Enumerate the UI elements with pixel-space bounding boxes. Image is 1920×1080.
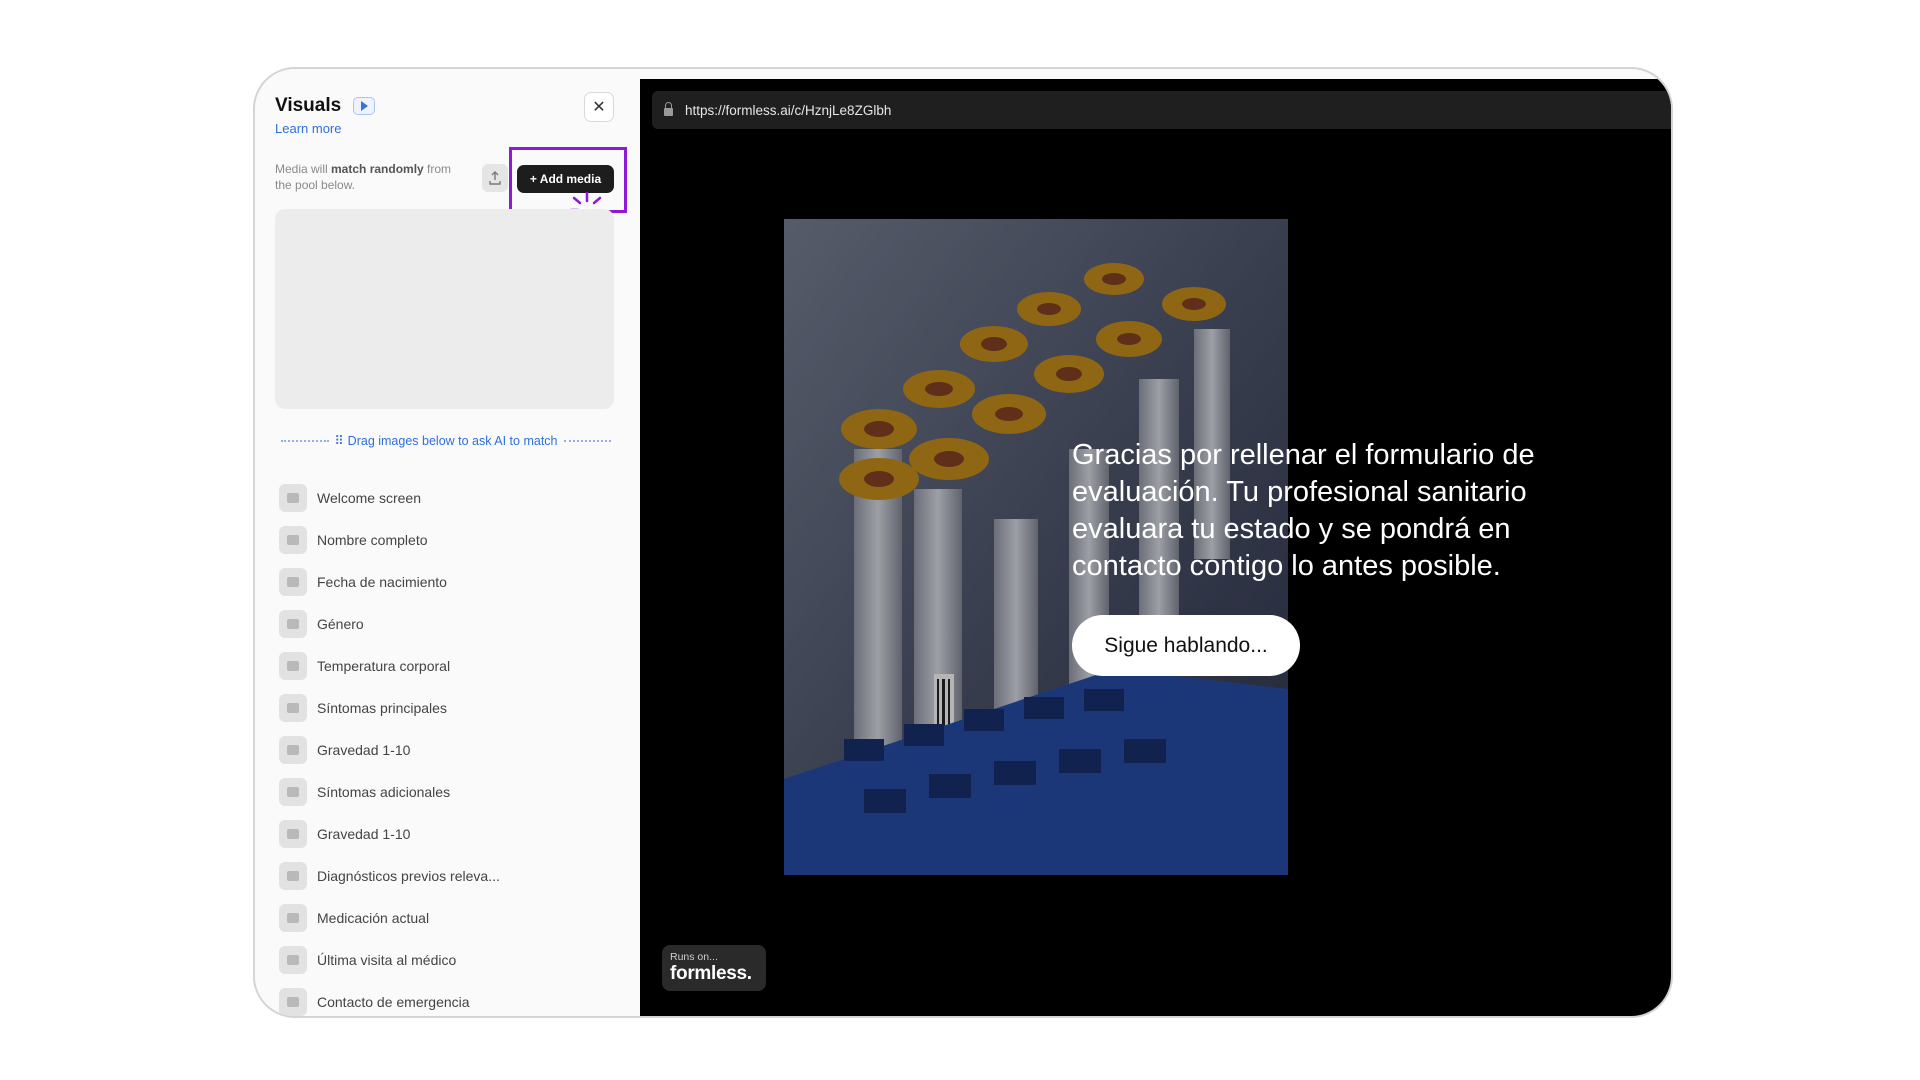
formless-badge[interactable]: Runs on... formless. [662,945,766,991]
image-icon [279,778,307,806]
badge-caption: Runs on... [670,951,718,963]
list-item[interactable]: Welcome screen [279,477,619,519]
image-icon [279,526,307,554]
completion-message: Gracias por rellenar el formulario de ev… [1072,439,1535,582]
list-item[interactable]: Medicación actual [279,897,619,939]
image-icon [279,736,307,764]
list-item[interactable]: Diagnósticos previos releva... [279,855,619,897]
list-item[interactable]: Síntomas adicionales [279,771,619,813]
drag-hint: ⠿ Drag images below to ask AI to match [275,433,617,448]
image-icon [279,946,307,974]
keep-talking-button[interactable]: Sigue hablando... [1072,615,1300,676]
image-icon [279,652,307,680]
sidebar-title-text: Visuals [275,95,342,116]
divider [281,439,329,442]
play-icon[interactable] [353,97,376,115]
list-item[interactable]: Género [279,603,619,645]
lock-icon [664,102,673,116]
upload-button[interactable] [482,164,508,192]
image-icon [279,904,307,932]
divider [563,439,612,442]
list-item[interactable]: Gravedad 1-10 [279,813,619,855]
list-item[interactable]: Gravedad 1-10 [279,729,619,771]
address-bar[interactable]: https://formless.ai/c/HznjLe8ZGlbh [652,91,1671,129]
list-item[interactable]: Temperatura corporal [279,645,619,687]
image-icon [279,610,307,638]
image-icon [279,820,307,848]
list-item[interactable]: Última visita al médico [279,939,619,981]
close-icon: ✕ [592,99,606,116]
badge-logo: formless. [670,963,752,984]
drag-hint-text: Drag images below to ask AI to match [347,433,558,448]
image-icon [279,568,307,596]
list-item[interactable]: Fecha de nacimiento [279,561,619,603]
match-hint: Media will match randomly from the pool … [275,162,452,192]
close-button[interactable]: ✕ [584,92,614,122]
upload-icon [489,171,501,185]
media-pool[interactable] [275,209,614,409]
url-text: https://formless.ai/c/HznjLe8ZGlbh [685,102,892,118]
sidebar-title: Visuals [275,95,376,117]
list-item[interactable]: Nombre completo [279,519,619,561]
list-item[interactable]: Contacto de emergencia [279,981,619,1016]
visuals-sidebar: Visuals Learn more ✕ Media will match ra… [255,69,640,1016]
grip-icon: ⠿ [334,434,344,448]
form-preview: https://formless.ai/c/HznjLe8ZGlbh Graci… [640,79,1671,1016]
list-item[interactable]: Síntomas principales [279,687,619,729]
app-window: Visuals Learn more ✕ Media will match ra… [253,67,1673,1018]
question-list: Welcome screen Nombre completo Fecha de … [279,477,619,1016]
learn-more-link[interactable]: Learn more [275,121,341,136]
image-icon [279,988,307,1016]
image-icon [279,694,307,722]
image-icon [279,484,307,512]
image-icon [279,862,307,890]
